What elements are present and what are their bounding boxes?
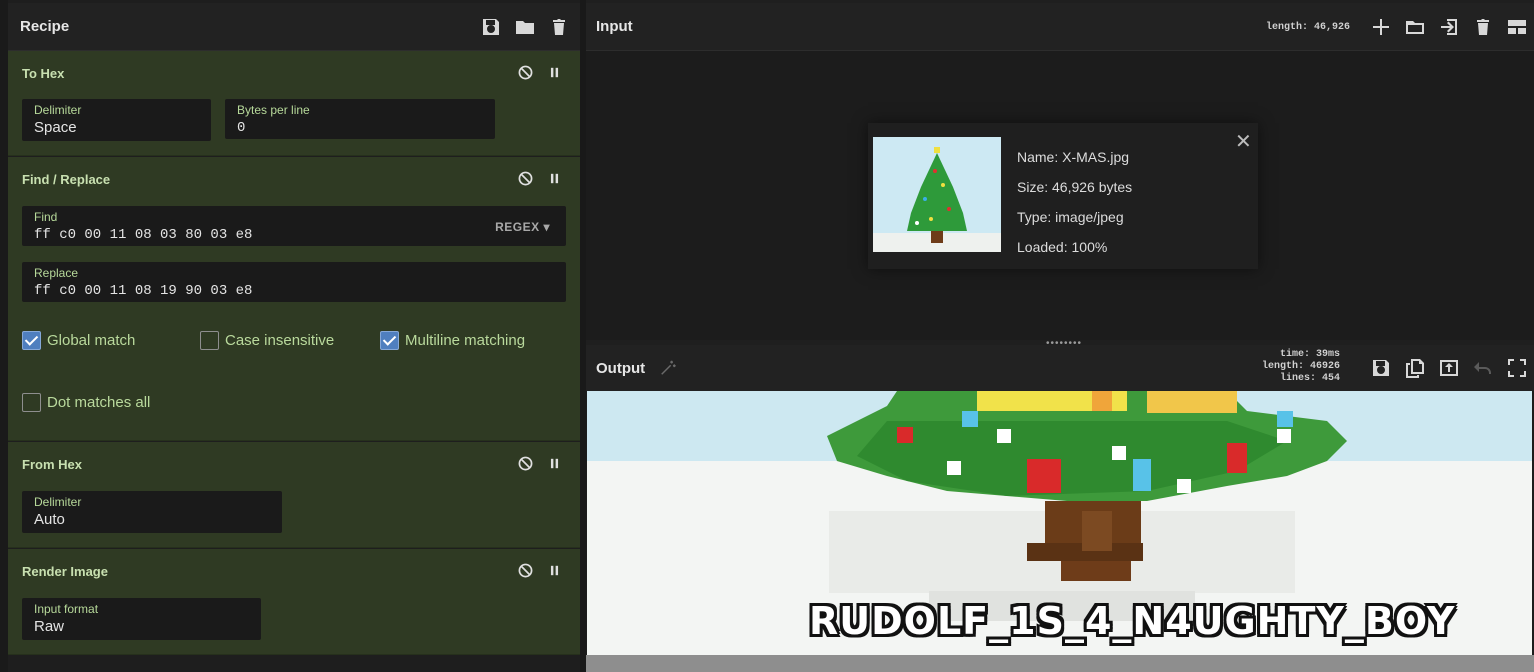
tree-thumbnail-image (873, 137, 1001, 252)
disable-icon[interactable] (518, 563, 533, 578)
file-size: Size: 46,926 bytes (1017, 179, 1133, 195)
multiline-checkbox[interactable]: Multiline matching (380, 331, 525, 350)
undo-icon[interactable] (1472, 357, 1494, 379)
bytes-per-line-field[interactable]: Bytes per line 0 (225, 99, 495, 139)
op-title: From Hex (22, 457, 82, 472)
caret-down-icon: ▾ (543, 220, 550, 234)
pause-icon[interactable] (547, 171, 562, 186)
replace-field[interactable]: Replace ff c0 00 11 08 19 90 03 e8 (22, 262, 566, 302)
field-value: 0 (237, 120, 246, 136)
field-value: Space (34, 119, 77, 136)
disable-icon[interactable] (518, 65, 533, 80)
regex-dropdown[interactable]: REGEX ▾ (495, 220, 550, 234)
input-format-field[interactable]: Input format Raw (22, 598, 261, 640)
field-value: ff c0 00 11 08 19 90 03 e8 (34, 283, 253, 299)
dot-matches-all-checkbox[interactable]: Dot matches all (22, 393, 150, 412)
recipe-title: Recipe (20, 18, 70, 35)
field-label: Find (34, 210, 58, 224)
pause-icon[interactable] (547, 456, 562, 471)
delimiter-field[interactable]: Delimiter Auto (22, 491, 282, 533)
input-header: Input length: 46,926 (586, 3, 1534, 51)
pause-icon[interactable] (547, 65, 562, 80)
disable-icon[interactable] (518, 456, 533, 471)
op-find-replace[interactable]: Find / Replace Find ff c0 00 11 08 03 80… (8, 157, 580, 441)
checkbox-unchecked[interactable] (22, 393, 41, 412)
op-to-hex[interactable]: To Hex Delimiter Space Bytes per line 0 (8, 51, 580, 156)
layout-icon[interactable] (1506, 16, 1528, 38)
file-thumbnail (873, 137, 1001, 252)
op-render-image[interactable]: Render Image Input format Raw (8, 549, 580, 655)
recipe-panel: Recipe To Hex Delimiter Space Bytes per … (0, 0, 586, 672)
op-title: Render Image (22, 564, 108, 579)
file-details-card: Name: X-MAS.jpg Size: 46,926 bytes Type:… (868, 123, 1258, 269)
trash-icon[interactable] (1472, 16, 1494, 38)
rendered-image: RUDOLF_1S_4_N4UGHTY_BOY (587, 391, 1532, 655)
flag-text: RUDOLF_1S_4_N4UGHTY_BOY (809, 599, 1456, 643)
left-edge (0, 0, 8, 672)
trash-icon[interactable] (548, 16, 570, 38)
input-panel: Input length: 46,926 Name: X-MAS.jpg Siz… (586, 3, 1534, 349)
field-label: Input format (34, 602, 99, 616)
checkbox-label: Global match (47, 332, 136, 349)
folder-icon[interactable] (514, 16, 536, 38)
delimiter-field[interactable]: Delimiter Space (22, 99, 211, 141)
recipe-header: Recipe (8, 3, 580, 51)
checkbox-checked[interactable] (22, 331, 41, 350)
file-loaded: Loaded: 100% (1017, 239, 1108, 255)
file-name: Name: X-MAS.jpg (1017, 149, 1130, 165)
file-type: Type: image/jpeg (1017, 209, 1124, 225)
input-title: Input (596, 18, 633, 35)
field-label: Bytes per line (237, 103, 310, 117)
op-title: Find / Replace (22, 172, 111, 187)
output-length: length: 46926 (1262, 361, 1341, 372)
folder-icon[interactable] (1404, 16, 1426, 38)
magic-wand-icon[interactable] (659, 359, 677, 377)
field-value: ff c0 00 11 08 03 80 03 e8 (34, 227, 253, 243)
save-icon[interactable] (480, 16, 502, 38)
regex-label: REGEX (495, 220, 540, 234)
plus-icon[interactable] (1370, 16, 1392, 38)
field-value: Auto (34, 511, 65, 528)
checkbox-label: Case insensitive (225, 332, 335, 349)
file-info: Name: X-MAS.jpg Size: 46,926 bytes Type:… (1017, 142, 1132, 262)
import-icon[interactable] (1438, 16, 1460, 38)
case-insensitive-checkbox[interactable]: Case insensitive (200, 331, 334, 350)
output-title: Output (596, 359, 646, 377)
output-stats: time: 39ms length: 46926 lines: 454 (1262, 349, 1340, 385)
close-icon[interactable]: ✕ (1235, 129, 1252, 154)
field-value: Raw (34, 618, 65, 635)
copy-icon[interactable] (1404, 357, 1426, 379)
global-match-checkbox[interactable]: Global match (22, 331, 135, 350)
checkbox-checked[interactable] (380, 331, 399, 350)
disable-icon[interactable] (518, 171, 533, 186)
checkbox-label: Multiline matching (405, 332, 526, 349)
op-title: To Hex (22, 66, 65, 81)
output-time: time: 39ms (1280, 349, 1341, 360)
find-field[interactable]: Find ff c0 00 11 08 03 80 03 e8 REGEX ▾ (22, 206, 566, 246)
output-header: Output time: 39ms length: 46926 lines: 4… (586, 345, 1534, 391)
pause-icon[interactable] (547, 563, 562, 578)
input-length: length: 46,926 (1265, 21, 1350, 33)
replace-input-icon[interactable] (1438, 357, 1460, 379)
output-panel: Output time: 39ms length: 46926 lines: 4… (586, 345, 1534, 672)
field-label: Delimiter (34, 495, 82, 509)
field-label: Delimiter (34, 103, 82, 117)
checkbox-label: Dot matches all (47, 394, 151, 411)
field-label: Replace (34, 266, 79, 280)
checkbox-unchecked[interactable] (200, 331, 219, 350)
op-from-hex[interactable]: From Hex Delimiter Auto (8, 442, 580, 548)
save-icon[interactable] (1370, 357, 1392, 379)
output-scrollbar[interactable] (586, 655, 1534, 672)
output-lines: lines: 454 (1280, 373, 1341, 384)
maximize-icon[interactable] (1506, 357, 1528, 379)
